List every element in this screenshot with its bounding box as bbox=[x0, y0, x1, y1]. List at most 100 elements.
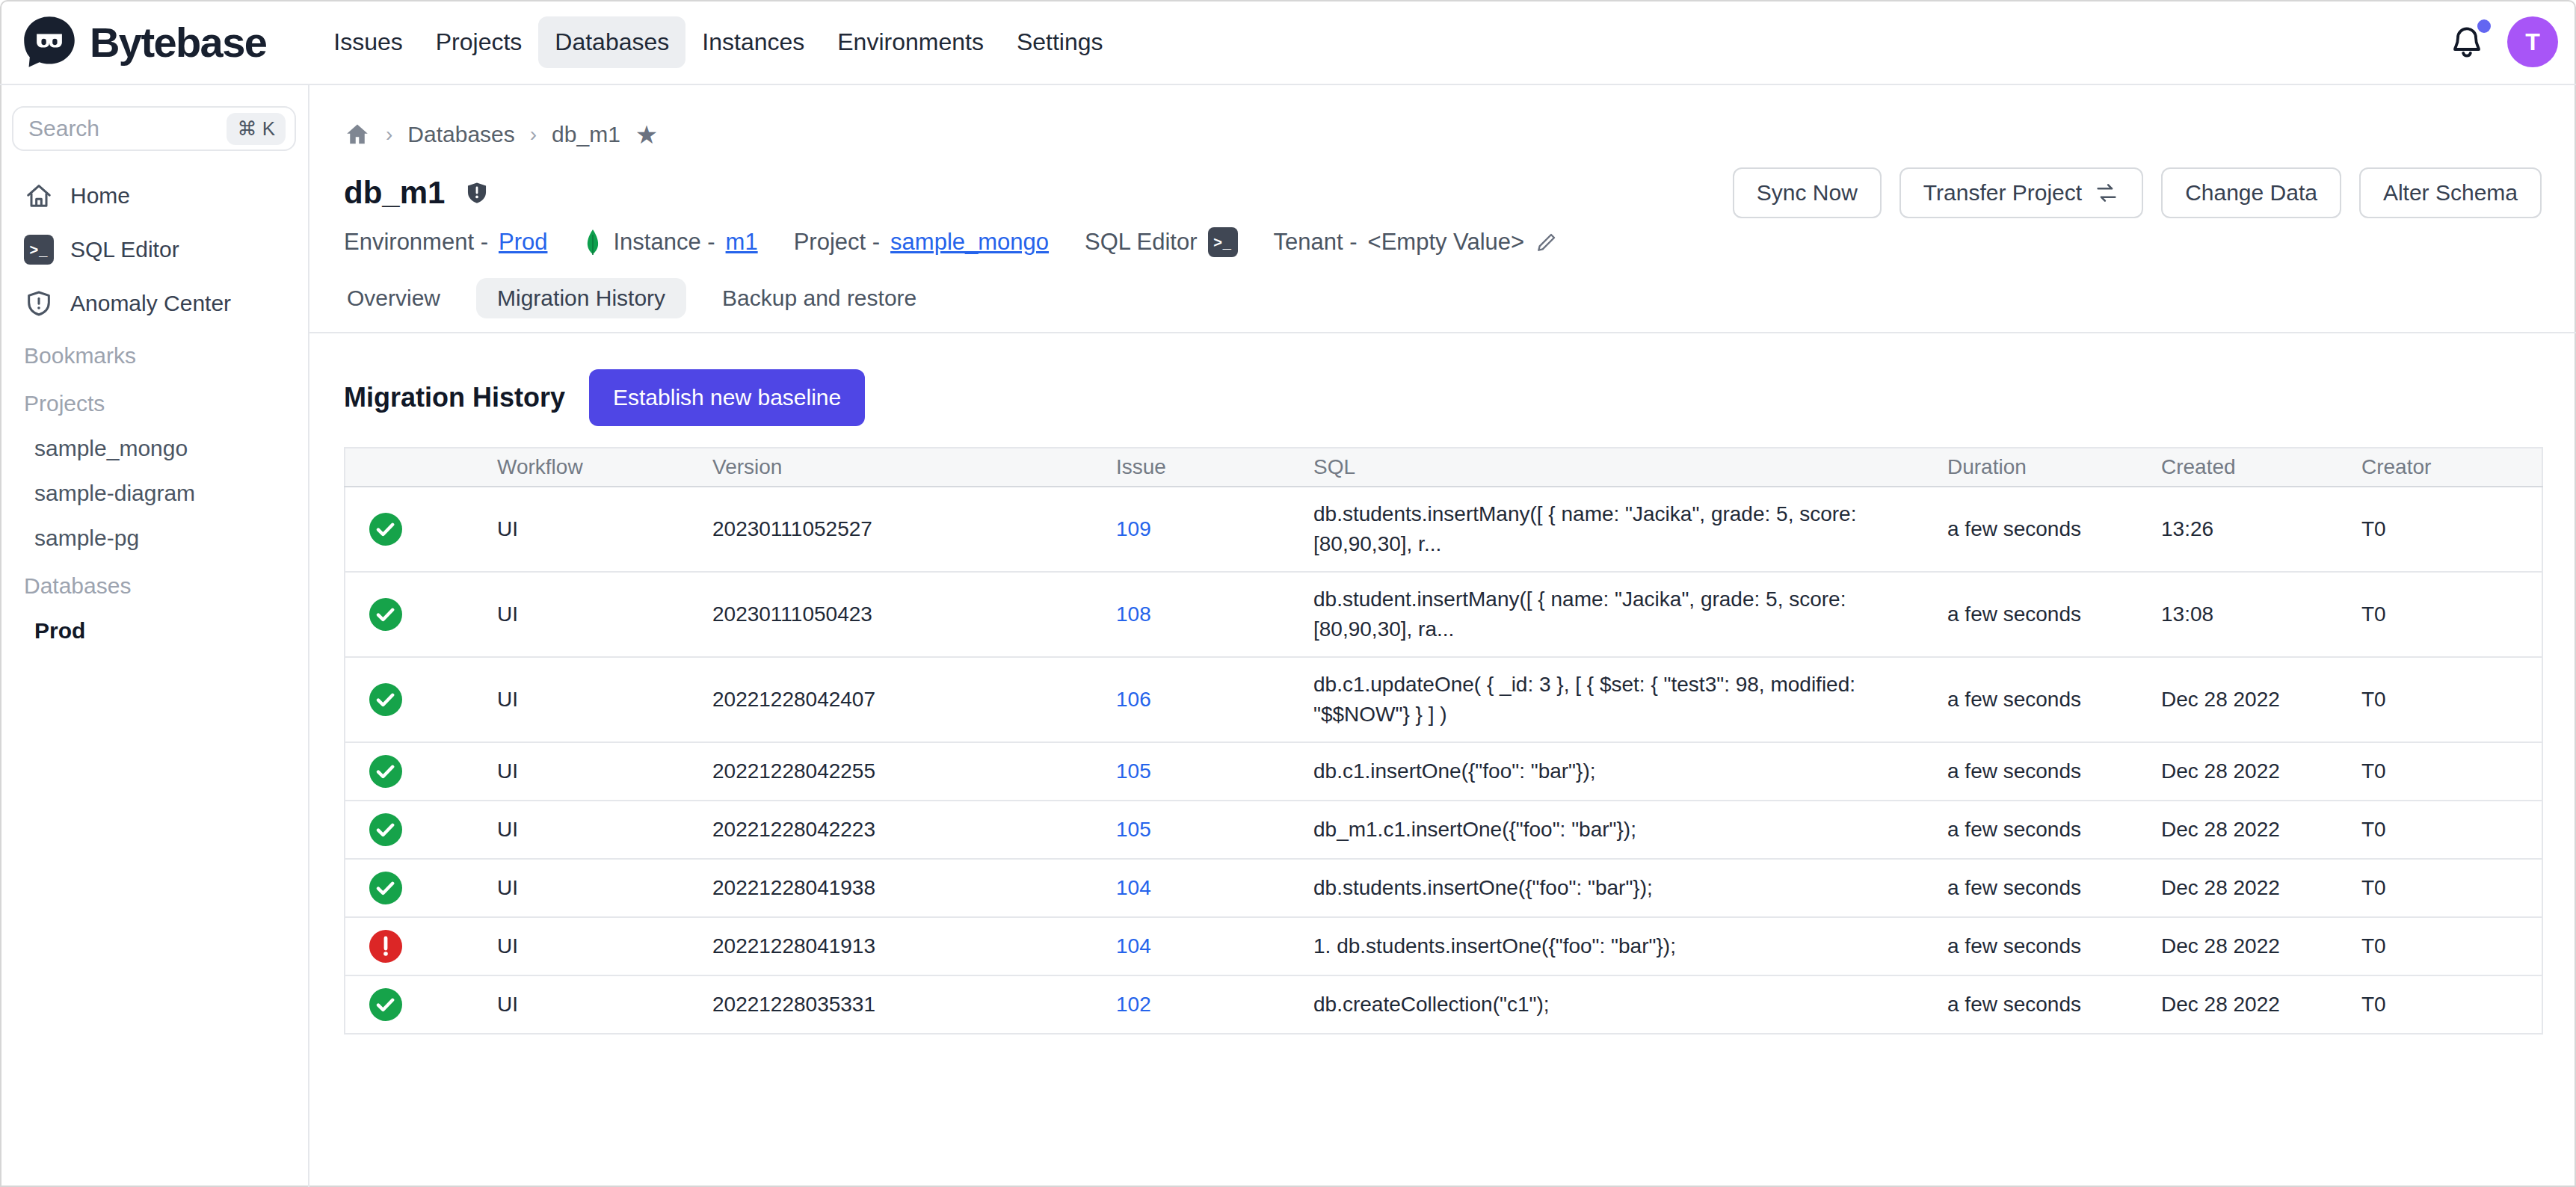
issue-link[interactable]: 104 bbox=[1116, 934, 1151, 958]
sidebar-project-sample-mongo[interactable]: sample_mongo bbox=[0, 426, 308, 471]
error-icon bbox=[369, 930, 402, 963]
issue-link[interactable]: 102 bbox=[1116, 993, 1151, 1016]
tab-migration-history[interactable]: Migration History bbox=[476, 278, 686, 318]
main-nav: Issues Projects Databases Instances Envi… bbox=[317, 16, 1119, 68]
sidebar-item-anomaly-center[interactable]: Anomaly Center bbox=[0, 277, 308, 330]
issue-link[interactable]: 105 bbox=[1116, 759, 1151, 783]
search-input[interactable] bbox=[28, 116, 227, 141]
cell-workflow: UI bbox=[497, 742, 712, 801]
change-data-button[interactable]: Change Data bbox=[2161, 167, 2341, 218]
edit-pencil-icon[interactable] bbox=[1535, 230, 1559, 254]
breadcrumb-db-m1[interactable]: db_m1 bbox=[552, 122, 620, 147]
success-icon bbox=[369, 872, 402, 904]
instance-label: Instance - bbox=[613, 229, 715, 256]
environment-link[interactable]: Prod bbox=[499, 229, 547, 256]
sidebar-item-home[interactable]: Home bbox=[0, 169, 308, 223]
breadcrumb: › Databases › db_m1 ★ bbox=[344, 120, 2542, 149]
success-icon bbox=[369, 813, 402, 846]
col-creator: Creator bbox=[2361, 448, 2542, 487]
table-row[interactable]: UI 20230111050423 108 db.student.insertM… bbox=[345, 572, 2542, 657]
issue-link[interactable]: 108 bbox=[1116, 602, 1151, 626]
cell-workflow: UI bbox=[497, 859, 712, 917]
nav-databases[interactable]: Databases bbox=[538, 16, 685, 68]
col-sql: SQL bbox=[1313, 448, 1947, 487]
table-row[interactable]: UI 20221228042255 105 db.c1.insertOne({"… bbox=[345, 742, 2542, 801]
cell-duration: a few seconds bbox=[1947, 742, 2161, 801]
cell-workflow: UI bbox=[497, 487, 712, 572]
cell-sql: db.c1.updateOne( { _id: 3 }, [ { $set: {… bbox=[1313, 657, 1947, 742]
cell-duration: a few seconds bbox=[1947, 487, 2161, 572]
shield-icon bbox=[24, 289, 54, 318]
cell-sql: db.c1.insertOne({"foo": "bar"}); bbox=[1313, 742, 1947, 801]
bookmark-star-icon[interactable]: ★ bbox=[635, 122, 658, 147]
sidebar-item-sql-editor[interactable]: >_ SQL Editor bbox=[0, 223, 308, 277]
meta-environment: Environment - Prod bbox=[344, 229, 547, 256]
sql-editor-label: SQL Editor bbox=[1085, 229, 1197, 256]
table-row[interactable]: UI 20221228041913 104 1. db.students.ins… bbox=[345, 917, 2542, 975]
alter-schema-button[interactable]: Alter Schema bbox=[2359, 167, 2542, 218]
sidebar-item-label: SQL Editor bbox=[70, 237, 179, 262]
col-status bbox=[345, 448, 497, 487]
cell-version: 20230111052527 bbox=[712, 487, 1116, 572]
cell-sql: db_m1.c1.insertOne({"foo": "bar"}); bbox=[1313, 801, 1947, 859]
sidebar-project-sample-diagram[interactable]: sample-diagram bbox=[0, 471, 308, 516]
sidebar-database-prod[interactable]: Prod bbox=[0, 608, 308, 653]
col-issue: Issue bbox=[1116, 448, 1313, 487]
avatar[interactable]: T bbox=[2507, 16, 2558, 67]
nav-environments[interactable]: Environments bbox=[821, 16, 1000, 68]
project-link[interactable]: sample_mongo bbox=[890, 229, 1049, 256]
bytebase-app: Bytebase Issues Projects Databases Insta… bbox=[0, 0, 2576, 1187]
migration-table-body: UI 20230111052527 109 db.students.insert… bbox=[345, 487, 2542, 1034]
cell-duration: a few seconds bbox=[1947, 572, 2161, 657]
sidebar-item-label: Anomaly Center bbox=[70, 291, 231, 316]
terminal-icon: >_ bbox=[1208, 227, 1238, 257]
nav-settings[interactable]: Settings bbox=[1000, 16, 1120, 68]
notification-bell[interactable] bbox=[2449, 24, 2485, 60]
cell-version: 20221228041938 bbox=[712, 859, 1116, 917]
bytebase-logo[interactable]: Bytebase bbox=[21, 13, 266, 70]
cell-sql: db.createCollection("c1"); bbox=[1313, 975, 1947, 1034]
sidebar-section-databases: Databases bbox=[0, 564, 308, 608]
table-row[interactable]: UI 20230111052527 109 db.students.insert… bbox=[345, 487, 2542, 572]
meta-project: Project - sample_mongo bbox=[794, 229, 1049, 256]
cell-created: 13:08 bbox=[2161, 572, 2361, 657]
main-content: › Databases › db_m1 ★ db_m1 bbox=[309, 85, 2576, 1187]
transfer-project-button[interactable]: Transfer Project bbox=[1899, 167, 2143, 218]
nav-instances[interactable]: Instances bbox=[685, 16, 821, 68]
issue-link[interactable]: 105 bbox=[1116, 818, 1151, 841]
table-row[interactable]: UI 20221228041938 104 db.students.insert… bbox=[345, 859, 2542, 917]
meta-sql-editor[interactable]: SQL Editor >_ bbox=[1085, 227, 1237, 257]
home-icon bbox=[24, 181, 54, 211]
breadcrumb-separator: › bbox=[530, 123, 537, 147]
cell-sql: db.students.insertOne({"foo": "bar"}); bbox=[1313, 859, 1947, 917]
page-title: db_m1 bbox=[344, 175, 445, 211]
cell-workflow: UI bbox=[497, 572, 712, 657]
issue-link[interactable]: 104 bbox=[1116, 876, 1151, 899]
transfer-project-label: Transfer Project bbox=[1923, 180, 2082, 206]
tab-backup-and-restore[interactable]: Backup and restore bbox=[701, 278, 937, 318]
breadcrumb-home-icon[interactable] bbox=[344, 121, 371, 148]
table-row[interactable]: UI 20221228042223 105 db_m1.c1.insertOne… bbox=[345, 801, 2542, 859]
cell-version: 20221228042255 bbox=[712, 742, 1116, 801]
cell-version: 20221228035331 bbox=[712, 975, 1116, 1034]
table-row[interactable]: UI 20221228042407 106 db.c1.updateOne( {… bbox=[345, 657, 2542, 742]
issue-link[interactable]: 106 bbox=[1116, 688, 1151, 711]
cell-creator: T0 bbox=[2361, 975, 2542, 1034]
sidebar-project-sample-pg[interactable]: sample-pg bbox=[0, 516, 308, 561]
breadcrumb-databases[interactable]: Databases bbox=[407, 122, 514, 147]
instance-link[interactable]: m1 bbox=[726, 229, 758, 256]
col-version: Version bbox=[712, 448, 1116, 487]
sidebar: ⌘ K Home >_ SQL Editor bbox=[0, 85, 309, 1187]
tenant-value: <Empty Value> bbox=[1368, 229, 1525, 256]
table-row[interactable]: UI 20221228035331 102 db.createCollectio… bbox=[345, 975, 2542, 1034]
nav-projects[interactable]: Projects bbox=[419, 16, 539, 68]
cell-workflow: UI bbox=[497, 917, 712, 975]
tenant-label: Tenant - bbox=[1274, 229, 1358, 256]
issue-link[interactable]: 109 bbox=[1116, 517, 1151, 540]
cell-workflow: UI bbox=[497, 801, 712, 859]
tab-overview[interactable]: Overview bbox=[326, 278, 461, 318]
nav-issues[interactable]: Issues bbox=[317, 16, 419, 68]
search-box[interactable]: ⌘ K bbox=[12, 106, 296, 151]
establish-baseline-button[interactable]: Establish new baseline bbox=[589, 369, 865, 426]
sync-now-button[interactable]: Sync Now bbox=[1733, 167, 1882, 218]
